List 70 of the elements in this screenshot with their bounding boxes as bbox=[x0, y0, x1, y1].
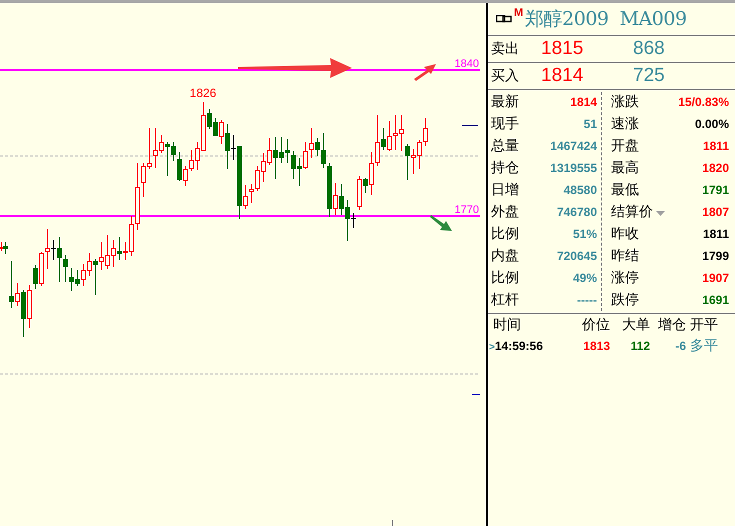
column-header: 开平 bbox=[690, 316, 718, 332]
stat-value: 1691 bbox=[702, 293, 729, 307]
stat-label: 最低 bbox=[611, 181, 639, 199]
price-line-label: 1770 bbox=[454, 204, 479, 216]
stat-value: 1799 bbox=[702, 249, 729, 263]
stat-label: 开盘 bbox=[611, 137, 639, 155]
row-marker: > bbox=[489, 342, 495, 353]
stat-value: 51 bbox=[584, 117, 597, 131]
stat-label: 昨结 bbox=[611, 247, 639, 265]
link-icon[interactable] bbox=[496, 15, 512, 23]
stat-label: 内盘 bbox=[491, 247, 519, 265]
stat-value: 1807 bbox=[702, 205, 729, 219]
time-cell: 14:59:56 bbox=[494, 339, 543, 353]
price-cell: 1813 bbox=[583, 339, 610, 353]
order-label: 卖出 bbox=[491, 40, 520, 58]
order-volume: 725 bbox=[633, 65, 665, 87]
stat-label: 比例 bbox=[491, 269, 519, 287]
contract-title: 郑醇2009 MA009 bbox=[525, 7, 687, 32]
stat-label: 现手 bbox=[491, 115, 519, 133]
stat-label: 日增 bbox=[491, 181, 519, 199]
stat-label: 总量 bbox=[491, 137, 519, 155]
price-marker bbox=[472, 394, 480, 395]
order-label: 买入 bbox=[491, 67, 520, 85]
order-volume: 868 bbox=[633, 38, 665, 60]
stat-label: 杠杆 bbox=[491, 291, 519, 309]
type-cell: 多平 bbox=[690, 337, 718, 353]
stat-label: 最新 bbox=[491, 93, 519, 111]
stat-value: 720645 bbox=[556, 249, 597, 263]
stat-value: 1907 bbox=[702, 271, 729, 285]
axis-tick bbox=[392, 520, 393, 526]
stat-label: 涨停 bbox=[611, 269, 639, 287]
column-header: 价位 bbox=[582, 316, 610, 332]
stat-label: 昨收 bbox=[611, 225, 639, 243]
change-cell: -6 bbox=[675, 339, 686, 353]
column-header: 增仓 bbox=[658, 316, 686, 332]
stat-label: 外盘 bbox=[491, 203, 519, 221]
stat-value: 49% bbox=[572, 271, 597, 285]
market-label: M bbox=[514, 7, 524, 19]
order-price: 1815 bbox=[541, 38, 584, 60]
stat-value: 1814 bbox=[570, 95, 597, 109]
price-line-label: 1840 bbox=[454, 58, 479, 70]
arrow-icon bbox=[414, 64, 436, 81]
arrow-icon bbox=[430, 215, 452, 231]
stat-label: 最高 bbox=[611, 159, 639, 177]
stat-label: 跌停 bbox=[611, 291, 639, 309]
stat-value: 1811 bbox=[702, 139, 729, 153]
stat-value: 0.00% bbox=[694, 117, 729, 131]
stat-value: ----- bbox=[577, 293, 597, 307]
dropdown-icon[interactable] bbox=[656, 211, 665, 216]
high-price-label: 1826 bbox=[190, 86, 216, 100]
stat-label: 涨跌 bbox=[611, 93, 639, 111]
stat-value: 746780 bbox=[556, 205, 597, 219]
stat-value: 15/0.83% bbox=[678, 95, 729, 109]
stat-label: 比例 bbox=[491, 225, 519, 243]
order-price: 1814 bbox=[541, 65, 584, 87]
volume-cell: 112 bbox=[630, 339, 650, 353]
stat-value: 1811 bbox=[702, 227, 729, 241]
price-marker bbox=[462, 125, 478, 126]
stat-value: 1319555 bbox=[550, 161, 597, 175]
column-header: 大单 bbox=[622, 316, 650, 332]
stat-label: 速涨 bbox=[611, 115, 639, 133]
stat-value: 1791 bbox=[702, 183, 729, 197]
stat-value: 1820 bbox=[702, 161, 729, 175]
stat-value: 48580 bbox=[564, 183, 597, 197]
stat-label: 结算价 bbox=[611, 203, 653, 221]
column-header: 时间 bbox=[493, 316, 521, 332]
stat-label: 持仓 bbox=[491, 159, 519, 177]
stat-value: 1467424 bbox=[550, 139, 597, 153]
stat-value: 51% bbox=[572, 227, 597, 241]
arrow-icon bbox=[238, 58, 352, 78]
